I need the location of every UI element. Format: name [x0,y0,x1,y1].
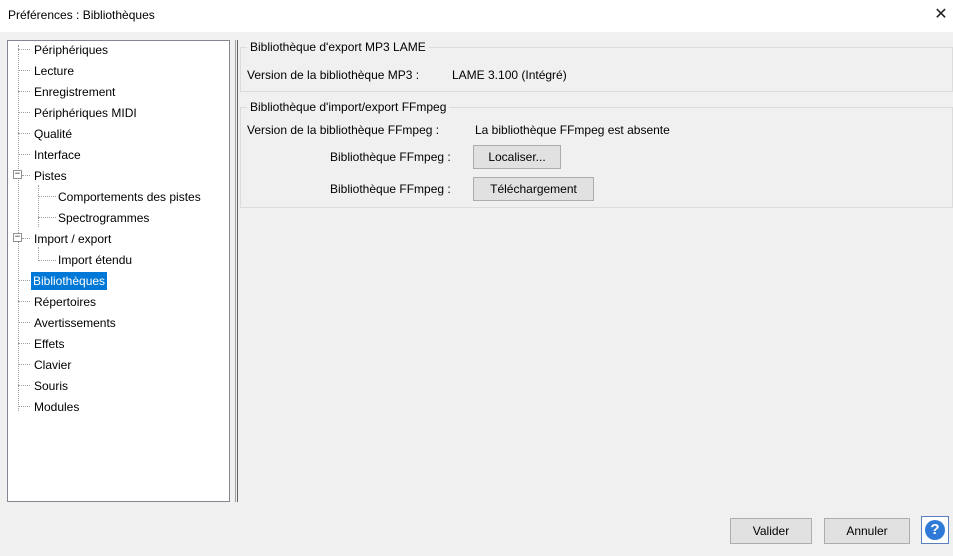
tree-item-pistes[interactable]: Pistes [32,167,69,185]
tree-item-qualite[interactable]: Qualité [32,125,74,143]
tree-connector [38,260,56,261]
tree-connector [22,175,30,176]
ok-button[interactable]: Valider [730,518,812,544]
collapse-icon[interactable]: − [13,170,22,179]
ffmpeg-version-label: Version de la bibliothèque FFmpeg : [247,123,440,137]
ffmpeg-locate-label: Bibliothèque FFmpeg : [330,150,451,164]
tree-connector [18,91,30,92]
tree-item-enregistrement[interactable]: Enregistrement [32,83,117,101]
close-icon[interactable]: ✕ [930,4,952,26]
tree-item-modules[interactable]: Modules [32,398,81,416]
tree-item-peripheriques[interactable]: Périphériques [32,41,110,59]
tree-item-import-export[interactable]: Import / export [32,230,113,248]
preferences-tree[interactable]: − − Périphériques Lecture Enregistrement… [7,40,230,502]
tree-connector [38,185,39,227]
tree-connector [18,385,30,386]
tree-connector [38,247,39,261]
help-button[interactable]: ? [921,516,949,544]
locate-ffmpeg-button[interactable]: Localiser... [473,145,561,169]
tree-item-avertissements[interactable]: Avertissements [32,314,118,332]
tree-connector [18,301,30,302]
tree-connector [18,322,30,323]
tree-item-interface[interactable]: Interface [32,146,83,164]
tree-item-lecture[interactable]: Lecture [32,62,76,80]
window-title: Préférences : Bibliothèques [8,8,155,22]
tree-item-comportements-des-pistes[interactable]: Comportements des pistes [56,188,203,206]
tree-connector [18,280,30,281]
tree-connector [18,406,30,407]
tree-connector [18,364,30,365]
pane-splitter[interactable] [235,40,238,502]
collapse-icon[interactable]: − [13,233,22,242]
tree-item-import-etendu[interactable]: Import étendu [56,251,134,269]
ffmpeg-download-label: Bibliothèque FFmpeg : [330,182,451,196]
tree-connector [18,49,30,50]
mp3-version-label: Version de la bibliothèque MP3 : [247,68,420,82]
tree-connector [38,196,56,197]
tree-connector [18,154,30,155]
tree-item-peripheriques-midi[interactable]: Périphériques MIDI [32,104,139,122]
tree-item-clavier[interactable]: Clavier [32,356,73,374]
tree-item-repertoires[interactable]: Répertoires [32,293,98,311]
mp3-group-title: Bibliothèque d'export MP3 LAME [247,40,429,54]
tree-item-bibliotheques[interactable]: Bibliothèques [31,272,108,290]
tree-connector [18,45,19,411]
cancel-button[interactable]: Annuler [824,518,910,544]
tree-connector [22,238,30,239]
title-bar: Préférences : Bibliothèques ✕ [0,0,953,32]
tree-connector [18,70,30,71]
tree-connector [18,133,30,134]
ffmpeg-group-title: Bibliothèque d'import/export FFmpeg [247,100,450,114]
tree-item-souris[interactable]: Souris [32,377,70,395]
help-icon: ? [925,520,945,540]
tree-connector [18,112,30,113]
mp3-version-value: LAME 3.100 (Intégré) [452,68,567,82]
tree-item-spectrogrammes[interactable]: Spectrogrammes [56,209,151,227]
tree-connector [18,343,30,344]
download-ffmpeg-button[interactable]: Téléchargement [473,177,594,201]
ffmpeg-version-value: La bibliothèque FFmpeg est absente [475,123,670,137]
tree-item-effets[interactable]: Effets [32,335,66,353]
tree-connector [38,217,56,218]
